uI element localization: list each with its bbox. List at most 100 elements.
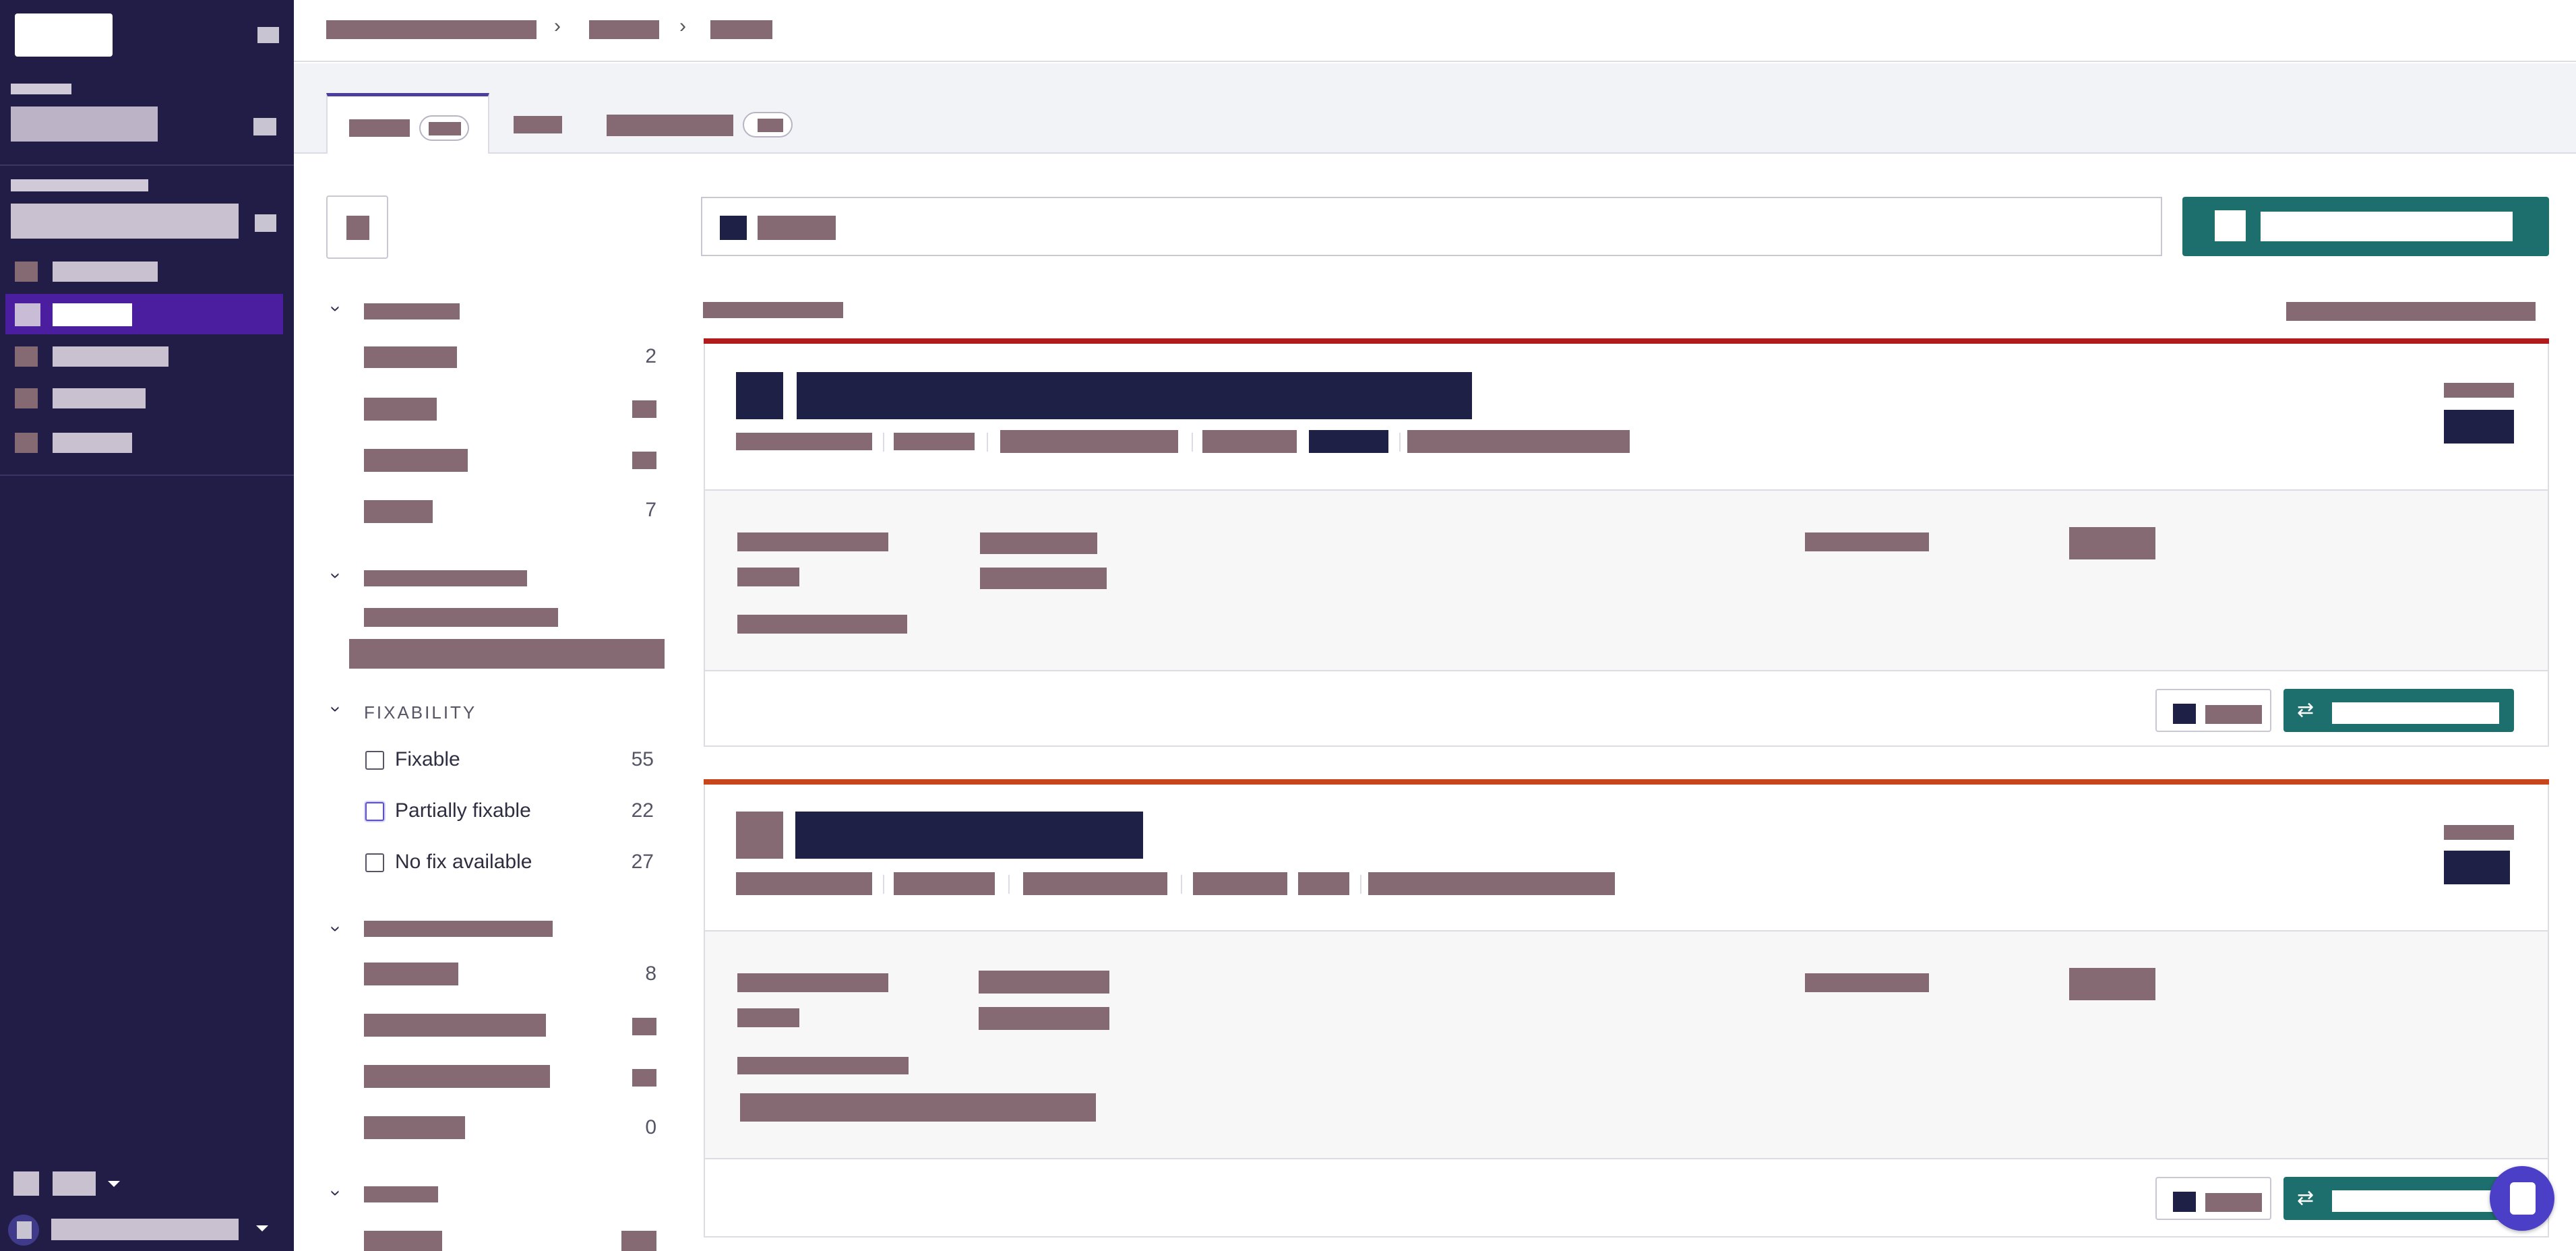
issue-meta-version xyxy=(894,872,995,895)
overview-icon xyxy=(15,262,38,282)
breadcrumb: › › xyxy=(294,0,2576,62)
ignore-button[interactable] xyxy=(2155,1177,2271,1220)
sidebar-item-issues[interactable] xyxy=(5,294,283,334)
detail-value xyxy=(2069,968,2155,1000)
sort-dropdown[interactable] xyxy=(2286,302,2536,321)
filter-option-label[interactable] xyxy=(364,1014,546,1037)
filter-option-label[interactable] xyxy=(364,449,468,472)
filter-option-label[interactable] xyxy=(364,398,437,421)
fix-issue-button[interactable]: ⇄ xyxy=(2283,1177,2514,1220)
filter-group-title-fixability[interactable]: FIXABILITY xyxy=(364,702,477,723)
fix-label xyxy=(2332,702,2499,724)
tab-label xyxy=(514,116,562,133)
tab-open[interactable] xyxy=(326,93,489,154)
filter-option-partially-fixable[interactable]: Partially fixable 22 xyxy=(364,797,661,824)
filter-group-title[interactable] xyxy=(364,921,553,937)
sidebar-item-dependencies[interactable] xyxy=(5,336,283,376)
chevron-down-icon[interactable]: › xyxy=(326,1190,347,1196)
issue-meta-cvss[interactable] xyxy=(1407,430,1630,453)
issue-search-input[interactable] xyxy=(701,197,2162,256)
chevron-down-icon[interactable]: › xyxy=(326,305,347,311)
user-name[interactable] xyxy=(51,1219,239,1240)
tab-fixed[interactable] xyxy=(510,93,574,154)
filter-option-label[interactable] xyxy=(364,346,457,368)
fix-all-button[interactable] xyxy=(2182,197,2549,256)
filter-option-count: 27 xyxy=(631,851,654,873)
filter-option-label[interactable] xyxy=(364,1065,550,1088)
breadcrumb-project[interactable] xyxy=(589,20,659,39)
org-switcher-icon[interactable] xyxy=(257,27,279,43)
issue-title[interactable] xyxy=(795,812,1143,859)
ignore-button[interactable] xyxy=(2155,689,2271,732)
issue-meta-exploit xyxy=(1309,430,1388,453)
filter-option-label[interactable] xyxy=(364,1231,442,1251)
fixable-checkbox[interactable] xyxy=(365,751,384,770)
ignore-icon xyxy=(2173,704,2196,724)
filter-group-title[interactable] xyxy=(364,303,460,319)
issue-meta-cwe[interactable] xyxy=(1023,872,1167,895)
issue-meta-exploit xyxy=(1298,872,1349,895)
project-switch-icon[interactable] xyxy=(253,118,276,135)
ignore-label xyxy=(2205,705,2262,724)
org-logo[interactable] xyxy=(15,13,113,57)
project-selector[interactable] xyxy=(11,106,158,142)
help-icon[interactable] xyxy=(13,1171,39,1196)
fix-issue-button[interactable]: ⇄ xyxy=(2283,689,2514,732)
detail-path[interactable] xyxy=(737,615,907,634)
filter-option-label[interactable] xyxy=(364,1116,465,1139)
issue-meta-cve[interactable] xyxy=(1193,872,1287,895)
sidebar-item-label xyxy=(53,262,158,282)
meta-divider xyxy=(1399,433,1401,452)
no-fix-checkbox[interactable] xyxy=(365,853,384,872)
detail-label xyxy=(737,973,888,992)
sidebar-item-history[interactable] xyxy=(5,377,283,418)
detail-value xyxy=(2069,527,2155,559)
filter-option-label[interactable] xyxy=(364,963,458,985)
issue-details xyxy=(705,930,2548,1159)
fix-all-label xyxy=(2261,212,2513,241)
help-menu-chevron-down-icon[interactable] xyxy=(108,1181,120,1187)
sidebar-item-settings[interactable] xyxy=(5,422,283,462)
filter-option-count xyxy=(632,1018,656,1035)
filter-group-title[interactable] xyxy=(364,1186,438,1202)
chevron-down-icon[interactable]: › xyxy=(326,572,347,578)
chat-help-button[interactable] xyxy=(2490,1166,2554,1231)
detail-value[interactable] xyxy=(979,1007,1109,1030)
issue-meta-cve[interactable] xyxy=(1202,430,1297,453)
filter-option-label: Partially fixable xyxy=(395,799,531,822)
detail-path[interactable] xyxy=(740,1093,1096,1122)
issue-title[interactable] xyxy=(797,372,1472,419)
chevron-down-icon[interactable]: › xyxy=(326,706,347,712)
filter-option-count: 7 xyxy=(645,499,656,521)
filter-option-no-fix[interactable]: No fix available 27 xyxy=(364,848,661,875)
target-switch-icon[interactable] xyxy=(255,214,276,232)
filter-option-fixable[interactable]: Fixable 55 xyxy=(364,745,661,772)
sidebar-item-overview[interactable] xyxy=(5,251,283,291)
filter-search-input[interactable] xyxy=(349,639,665,669)
issue-card: ⇄ xyxy=(704,338,2549,747)
target-selector[interactable] xyxy=(11,204,239,239)
help-menu-label[interactable] xyxy=(53,1171,96,1196)
issue-meta-cvss[interactable] xyxy=(1368,872,1615,895)
severity-indicator xyxy=(704,779,2549,785)
issue-meta-version xyxy=(894,433,975,450)
filter-group-title[interactable] xyxy=(364,570,527,586)
tab-ignored[interactable] xyxy=(599,93,801,154)
user-menu-chevron-down-icon[interactable] xyxy=(256,1225,268,1231)
meta-divider xyxy=(1360,875,1361,894)
filter-option-label[interactable] xyxy=(364,500,433,523)
meta-divider xyxy=(987,433,988,452)
detail-value[interactable] xyxy=(980,568,1107,589)
avatar[interactable] xyxy=(8,1215,39,1246)
breadcrumb-org[interactable] xyxy=(326,20,536,39)
chevron-down-icon[interactable]: › xyxy=(326,925,347,932)
filter-option-count: 8 xyxy=(645,963,656,985)
filter-toggle-button[interactable] xyxy=(326,195,388,259)
partially-fixable-checkbox[interactable] xyxy=(365,802,384,821)
breadcrumb-separator-icon: › xyxy=(679,15,686,37)
issue-meta-cwe[interactable] xyxy=(1000,430,1178,453)
settings-icon xyxy=(15,433,38,453)
filter-option-label[interactable] xyxy=(364,608,558,627)
fix-icon xyxy=(2215,210,2246,241)
issue-meta-package xyxy=(736,872,872,895)
